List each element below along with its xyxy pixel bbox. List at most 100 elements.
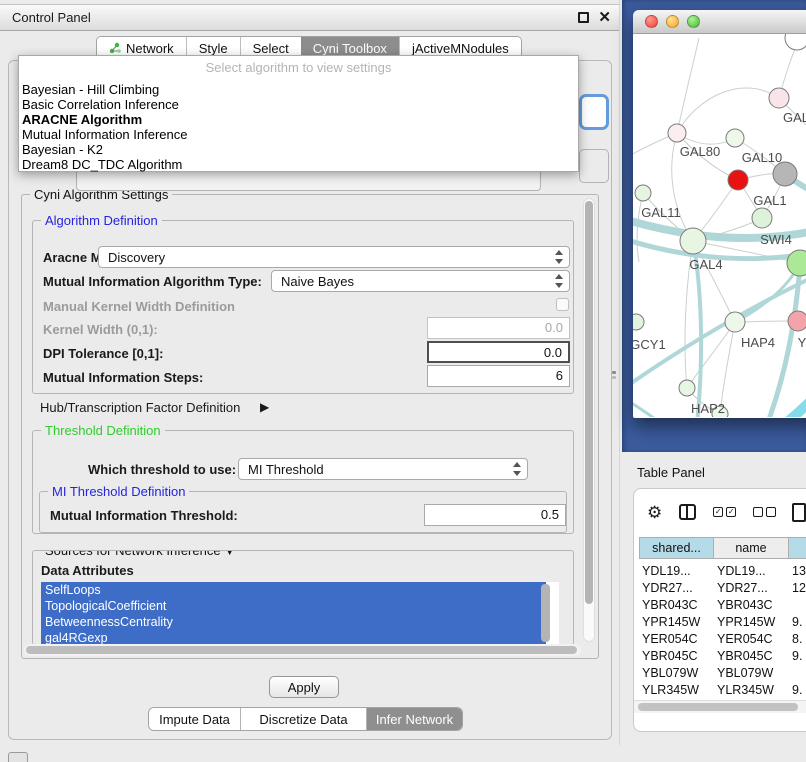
scrollbar-thumb[interactable] [26, 646, 577, 654]
node-gcy1[interactable] [633, 314, 644, 330]
table-row[interactable]: YLR345WYLR345W9. [639, 683, 806, 700]
gear-icon[interactable]: ⚙ [647, 504, 662, 521]
mi-steps-label: Mutual Information Steps: [43, 370, 203, 385]
dropdown-item[interactable]: Dream8 DC_TDC Algorithm [19, 157, 578, 172]
network-canvas[interactable]: GAL GAL80 GAL10 GAL1 GAL11 SWI4 GAL4 GCY… [633, 34, 806, 417]
mi-steps-field[interactable]: 6 [427, 365, 570, 387]
network-view-container: GAL GAL80 GAL10 GAL1 GAL11 SWI4 GAL4 GCY… [622, 0, 806, 452]
label-gal1: GAL1 [753, 193, 786, 208]
node-gal4[interactable] [680, 228, 706, 254]
mi-threshold-field[interactable]: 0.5 [424, 504, 566, 526]
data-attributes-list: SelfLoops TopologicalCoefficient Between… [41, 582, 559, 645]
which-threshold-select[interactable]: MI Threshold [238, 458, 528, 480]
table-row[interactable]: YBR043CYBR043C [639, 598, 806, 615]
column-header-clipped[interactable] [789, 537, 806, 559]
columns-icon[interactable] [679, 504, 696, 520]
scrollbar-thumb[interactable] [638, 703, 798, 711]
node-hap4[interactable] [725, 312, 745, 332]
table-row[interactable]: YDL19...YDL19...13 [639, 564, 806, 581]
aracne-mode-select[interactable]: Discovery [98, 246, 570, 268]
mi-threshold-definition-title: MI Threshold Definition [48, 484, 189, 499]
label-gal4: GAL4 [689, 257, 722, 272]
node-gal1[interactable] [752, 208, 772, 228]
node-top-partial[interactable] [785, 34, 806, 50]
node-labels: GAL GAL80 GAL10 GAL1 GAL11 SWI4 GAL4 GCY… [633, 110, 806, 416]
table-row[interactable]: YPR145WYPR145W9. [639, 615, 806, 632]
table-panel: Table Panel ⚙ ✓ ✓ shared... name YDL19..… [622, 452, 806, 762]
label-gcy1: GCY1 [633, 337, 666, 352]
cyni-algorithm-settings-group: Cyni Algorithm Settings Algorithm Defini… [21, 194, 599, 659]
which-threshold-label: Which threshold to use: [88, 462, 236, 477]
occluded-groupbox-fragment [579, 149, 609, 183]
column-header-shared[interactable]: shared... [639, 537, 714, 559]
threshold-definition-title: Threshold Definition [41, 423, 165, 438]
label-gal11: GAL11 [641, 205, 681, 220]
close-traffic-light[interactable] [645, 15, 658, 28]
mi-algorithm-type-select[interactable]: Naive Bayes [271, 270, 570, 292]
node-gray[interactable] [773, 162, 797, 186]
node-red[interactable] [728, 170, 748, 190]
node-gal80[interactable] [668, 124, 686, 142]
settings-horizontal-scrollbar[interactable] [24, 644, 581, 656]
node-gal11[interactable] [635, 185, 651, 201]
export-table-icon[interactable] [792, 503, 806, 522]
table-row[interactable]: YBR045CYBR045C9. [639, 649, 806, 666]
attribute-item[interactable]: gal4RGexp [41, 630, 546, 645]
stepper-icon [555, 274, 563, 288]
data-attributes-label: Data Attributes [41, 563, 134, 578]
algorithm-definition-group: Algorithm Definition Aracne Mode: Discov… [32, 220, 574, 394]
tab-infer-network[interactable]: Infer Network [366, 708, 462, 730]
zoom-traffic-light[interactable] [687, 15, 700, 28]
expand-down-icon: ▼ [224, 550, 235, 558]
table-horizontal-scrollbar[interactable] [634, 700, 806, 713]
stepper-icon [555, 250, 563, 264]
attribute-item[interactable]: BetweennessCentrality [41, 614, 546, 630]
settings-vertical-scrollbar[interactable] [583, 198, 595, 642]
dropdown-item[interactable]: Basic Correlation Inference [19, 97, 578, 112]
algorithm-dropdown-popup: Select algorithm to view settings Bayesi… [18, 55, 579, 172]
attributes-scrollbar-thumb[interactable] [541, 584, 550, 642]
apply-button[interactable]: Apply [269, 676, 339, 698]
dropdown-item[interactable]: Bayesian - Hill Climbing [19, 82, 578, 97]
deselect-all-icon[interactable] [753, 507, 776, 517]
maximize-icon[interactable] [578, 12, 589, 23]
occluded-combobox-fragment [76, 169, 541, 191]
minimize-traffic-light[interactable] [666, 15, 679, 28]
label-hap2: HAP2 [691, 401, 725, 416]
node-gal-pink[interactable] [769, 88, 789, 108]
sources-title-toggle[interactable]: Sources for Network Inference ▼ [41, 550, 239, 558]
label-swi4: SWI4 [760, 232, 792, 247]
dropdown-item[interactable]: Bayesian - K2 [19, 142, 578, 157]
table-header-row: shared... name [639, 537, 806, 559]
scrollbar-thumb[interactable] [585, 201, 593, 604]
label-hap4: HAP4 [741, 335, 775, 350]
close-icon[interactable]: ✕ [598, 10, 611, 25]
table-row[interactable]: YBL079WYBL079W [639, 666, 806, 683]
table-row[interactable]: YDR27...YDR27...12 [639, 581, 806, 598]
label-y: Y [798, 335, 806, 350]
sources-group: Sources for Network Inference ▼ Data Att… [32, 550, 574, 645]
collapse-right-icon[interactable]: ▶ [260, 400, 269, 414]
select-all-icon[interactable]: ✓ ✓ [713, 507, 736, 517]
node-salmon[interactable] [788, 311, 806, 331]
panel-splitter-grip[interactable] [610, 370, 618, 380]
dropdown-item-aracne[interactable]: ARACNE Algorithm [19, 112, 578, 127]
table-row[interactable]: YER054CYER054C8. [639, 632, 806, 649]
manual-kernel-width-checkbox[interactable] [556, 298, 569, 311]
tab-network-label: Network [126, 41, 174, 56]
column-header-name[interactable]: name [714, 537, 789, 559]
node-gal10[interactable] [726, 129, 744, 147]
mi-threshold-definition-group: MI Threshold Definition Mutual Informati… [39, 491, 567, 533]
tab-impute-data[interactable]: Impute Data [149, 708, 240, 730]
docked-window-icon[interactable] [8, 752, 28, 762]
mi-algorithm-type-label: Mutual Information Algorithm Type: [43, 274, 262, 289]
dropdown-item[interactable]: Mutual Information Inference [19, 127, 578, 142]
node-hap2[interactable] [679, 380, 695, 396]
tab-discretize-data[interactable]: Discretize Data [240, 708, 366, 730]
kernel-width-label: Kernel Width (0,1): [43, 322, 158, 337]
kernel-width-field[interactable]: 0.0 [427, 317, 570, 339]
dpi-tolerance-field[interactable]: 0.0 [427, 341, 570, 363]
attribute-item[interactable]: SelfLoops [41, 582, 546, 598]
hub-tf-definition-toggle[interactable]: Hub/Transcription Factor Definition [40, 400, 240, 415]
attribute-item[interactable]: TopologicalCoefficient [41, 598, 546, 614]
